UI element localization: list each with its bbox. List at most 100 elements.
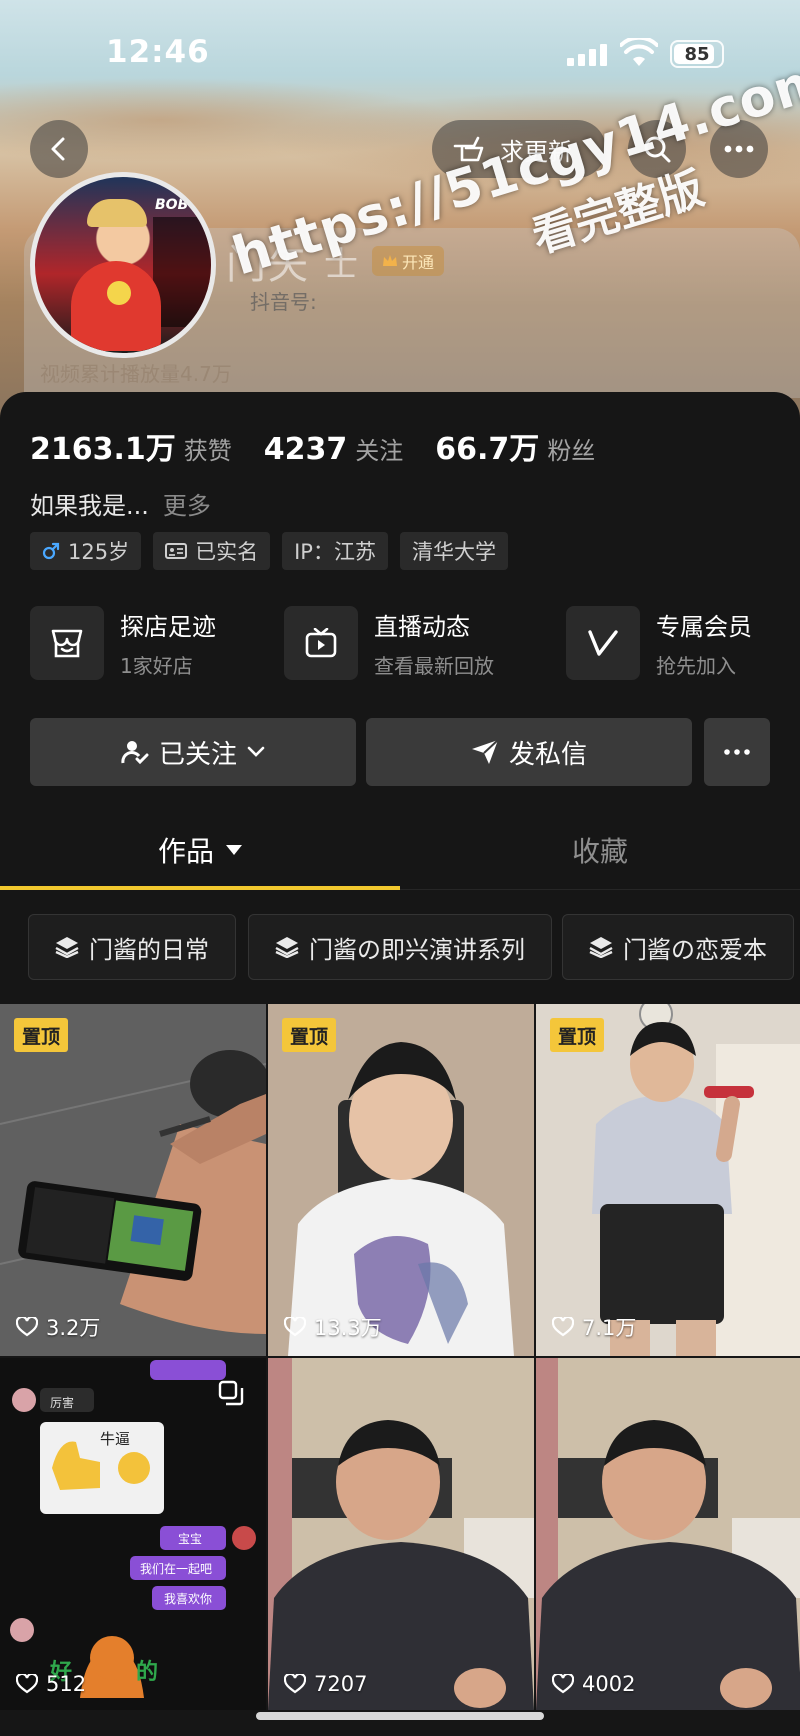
followed-button[interactable]: 已关注	[30, 718, 356, 786]
collection-chip[interactable]: 门酱の恋爱本	[562, 914, 794, 980]
feature-live-icon-box	[284, 606, 358, 680]
bio-more-link[interactable]: 更多	[163, 492, 211, 520]
send-message-button[interactable]: 发私信	[366, 718, 692, 786]
gender-badge: 士	[324, 244, 358, 285]
video-thumbnail[interactable]: 4002	[536, 1358, 800, 1710]
stat-followers-value: 66.7万	[435, 432, 540, 467]
back-button[interactable]	[30, 120, 88, 178]
more-options-button[interactable]	[710, 120, 768, 178]
id-card-icon	[165, 543, 188, 559]
search-icon	[644, 136, 671, 163]
v-icon	[588, 630, 618, 656]
feature-shop-title: 探店足迹	[120, 613, 216, 641]
tab-favorites[interactable]: 收藏	[400, 810, 800, 890]
request-update-button[interactable]: 求更新	[432, 120, 606, 178]
battery-indicator: 85	[670, 40, 724, 68]
avatar-badge: BOB	[155, 197, 189, 213]
content-tabs: 作品 收藏	[0, 810, 800, 890]
vip-badge[interactable]: 开通	[372, 246, 445, 276]
more-actions-button[interactable]	[704, 718, 770, 786]
chat-sticker-text: 牛逼	[100, 1430, 131, 1448]
collection-chip-label: 门酱の恋爱本	[623, 935, 767, 964]
pinned-badge: 置顶	[550, 1018, 605, 1052]
like-count-value: 13.3万	[314, 1316, 382, 1340]
caret-down-icon	[226, 845, 242, 855]
feature-membership[interactable]: 专属会员 抢先加入	[566, 606, 752, 680]
layers-icon	[589, 937, 613, 958]
male-icon	[42, 542, 60, 560]
send-message-label: 发私信	[508, 739, 587, 770]
chevron-down-icon	[247, 746, 265, 757]
feature-shop-icon-box	[30, 606, 104, 680]
stat-likes[interactable]: 2163.1万 获赞	[30, 424, 232, 468]
collection-chips: 门酱的日常 门酱の即兴演讲系列 门酱の恋爱本	[28, 914, 800, 980]
ellipsis-icon	[724, 145, 754, 153]
avatar-emblem-shape	[107, 281, 131, 305]
like-count-value: 3.2万	[46, 1316, 101, 1340]
video-thumbnail[interactable]: 7207	[268, 1358, 534, 1710]
stat-likes-value: 2163.1万	[30, 432, 176, 467]
video-thumbnail[interactable]: 置顶 3.2万	[0, 1004, 266, 1356]
feature-live-subtitle: 查看最新回放	[374, 654, 494, 678]
thumbnail-image	[536, 1004, 800, 1356]
tag-school[interactable]: 清华大学	[399, 532, 508, 570]
heart-icon	[284, 1317, 306, 1337]
stat-following[interactable]: 4237 关注	[264, 431, 404, 467]
feature-live-updates[interactable]: 直播动态 查看最新回放	[284, 606, 494, 680]
tag-school-text: 清华大学	[411, 540, 496, 564]
like-count: 512	[16, 1672, 86, 1696]
heart-icon	[16, 1317, 38, 1337]
cellular-signal-icon	[567, 44, 607, 66]
layers-icon	[275, 937, 299, 958]
stat-followers[interactable]: 66.7万 粉丝	[435, 424, 595, 468]
vip-label: 开通	[402, 253, 435, 272]
stat-following-value: 4237	[263, 432, 348, 467]
like-count-value: 7.1万	[582, 1316, 637, 1340]
pinned-badge: 置顶	[282, 1018, 337, 1052]
profile-actions: 已关注 发私信	[30, 718, 770, 786]
video-thumbnail[interactable]: 置顶 13.3万	[268, 1004, 534, 1356]
chat-sticker-text: 的	[136, 1660, 159, 1685]
avatar-hair-shape	[87, 199, 147, 227]
multi-image-icon	[218, 1380, 244, 1406]
stat-followers-label: 粉丝	[547, 437, 596, 465]
avatar[interactable]: BOB	[30, 172, 216, 358]
feature-shop-visits[interactable]: 探店足迹 1家好店	[30, 606, 216, 680]
thumbnail-image	[268, 1004, 534, 1356]
tag-ip-text: IP：江苏	[294, 540, 376, 564]
home-indicator[interactable]	[256, 1712, 544, 1720]
bio-text: 如果我是...	[30, 492, 149, 520]
video-grid: 置顶 3.2万 置顶 13.3万 置顶 7.1万 厉害 牛逼 宝宝 我们在一起吧…	[0, 1004, 800, 1736]
video-thumbnail[interactable]: 厉害 牛逼 宝宝 我们在一起吧 我喜欢你 好 的 512	[0, 1358, 266, 1710]
active-tab-indicator	[0, 886, 400, 890]
heart-icon	[552, 1317, 574, 1337]
like-count-value: 4002	[582, 1672, 636, 1696]
like-count: 7.1万	[552, 1312, 636, 1342]
feature-member-icon-box	[566, 606, 640, 680]
status-time: 12:46	[106, 34, 210, 70]
feature-live-title: 直播动态	[374, 613, 470, 641]
play-count-line: 视频累计播放量4.7万	[40, 362, 232, 386]
tag-age: 125岁	[30, 532, 142, 570]
tag-verified-text: 已实名	[195, 540, 259, 564]
bio[interactable]: 如果我是... 更多	[30, 486, 211, 521]
collection-chip[interactable]: 门酱的日常	[28, 914, 236, 980]
shop-icon	[51, 629, 83, 658]
avatar-shirt-shape	[71, 261, 161, 351]
video-thumbnail[interactable]: 置顶 7.1万	[536, 1004, 800, 1356]
collection-chip[interactable]: 门酱の即兴演讲系列	[248, 914, 552, 980]
wifi-icon	[620, 38, 658, 66]
followed-label: 已关注	[158, 739, 237, 770]
pinned-badge: 置顶	[14, 1018, 69, 1052]
status-bar: 12:46 85	[0, 0, 800, 100]
paper-plane-icon	[471, 739, 499, 764]
pointing-hand-icon	[453, 136, 484, 162]
search-button[interactable]	[628, 120, 686, 178]
like-count-value: 512	[46, 1672, 87, 1696]
tab-favorites-label: 收藏	[571, 835, 628, 868]
layers-icon	[55, 937, 79, 958]
tag-age-text: 125岁	[68, 540, 130, 564]
feature-member-title: 专属会员	[656, 613, 752, 641]
tab-works[interactable]: 作品	[0, 810, 400, 890]
battery-level: 85	[684, 43, 710, 65]
